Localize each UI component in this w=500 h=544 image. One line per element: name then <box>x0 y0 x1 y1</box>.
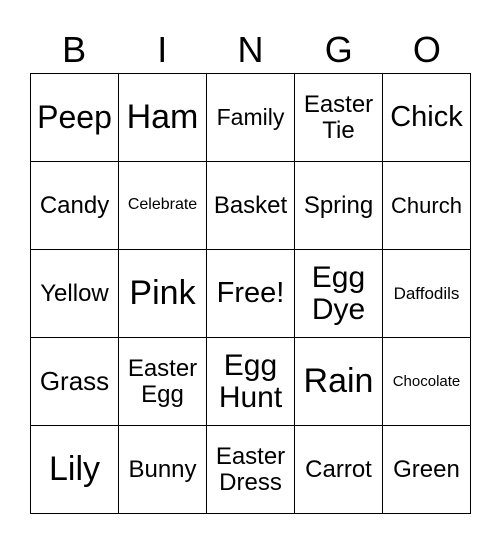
bingo-cell: Carrot <box>295 426 383 514</box>
bingo-cell: Egg Dye <box>295 250 383 338</box>
bingo-cell: Easter Dress <box>207 426 295 514</box>
bingo-cell: Daffodils <box>383 250 471 338</box>
bingo-cell: Chick <box>383 74 471 162</box>
header-letter-g: G <box>324 29 353 70</box>
bingo-cell: Lily <box>31 426 119 514</box>
bingo-cell: Easter Egg <box>119 338 207 426</box>
bingo-cell: Church <box>383 162 471 250</box>
bingo-cell: Spring <box>295 162 383 250</box>
bingo-cell: Rain <box>295 338 383 426</box>
bingo-grid: Peep Ham Family Easter Tie Chick Candy C… <box>30 73 471 514</box>
header-letter-b: B <box>62 29 87 70</box>
bingo-cell: Pink <box>119 250 207 338</box>
bingo-cell: Ham <box>119 74 207 162</box>
bingo-cell-free: Free! <box>207 250 295 338</box>
bingo-cell: Egg Hunt <box>207 338 295 426</box>
bingo-cell: Yellow <box>31 250 119 338</box>
header-letter-n: N <box>237 29 264 70</box>
bingo-cell: Grass <box>31 338 119 426</box>
bingo-cell: Easter Tie <box>295 74 383 162</box>
bingo-header: B I N G O <box>30 28 471 72</box>
bingo-cell: Chocolate <box>383 338 471 426</box>
header-letter-i: I <box>157 29 168 70</box>
bingo-cell: Family <box>207 74 295 162</box>
bingo-cell: Bunny <box>119 426 207 514</box>
bingo-cell: Green <box>383 426 471 514</box>
bingo-cell: Candy <box>31 162 119 250</box>
bingo-cell: Basket <box>207 162 295 250</box>
bingo-cell: Celebrate <box>119 162 207 250</box>
bingo-cell: Peep <box>31 74 119 162</box>
header-letter-o: O <box>412 29 441 70</box>
